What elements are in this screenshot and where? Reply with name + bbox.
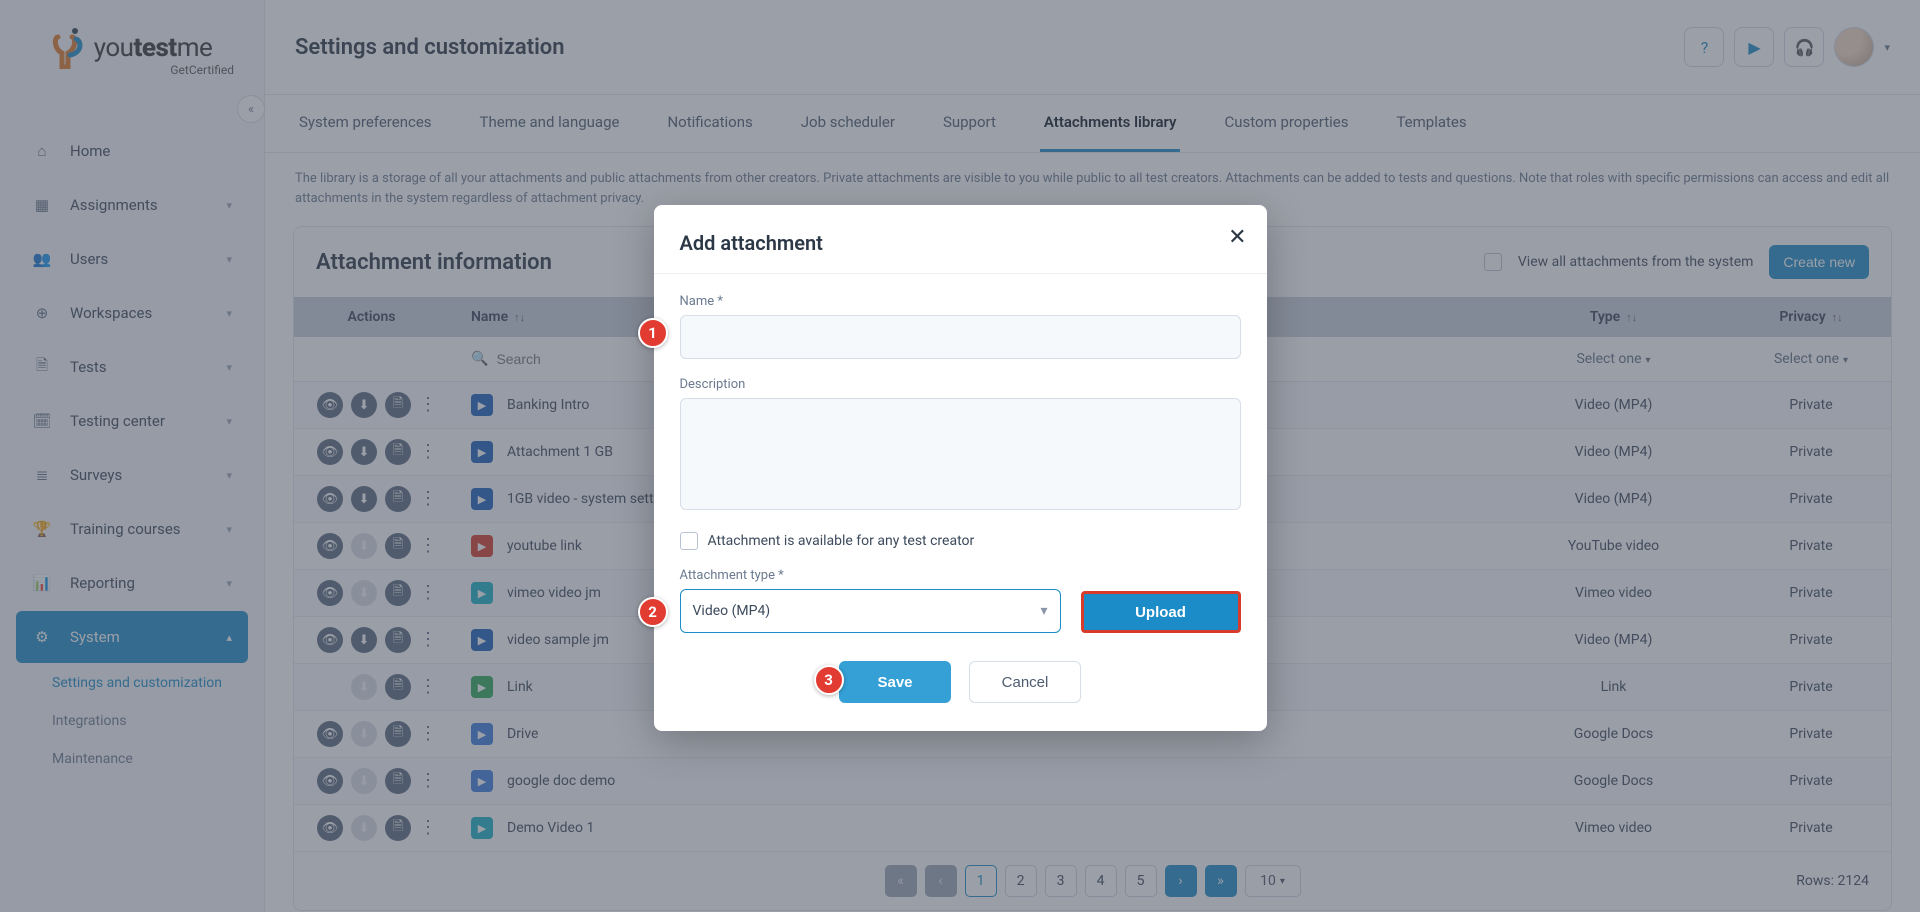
modal-overlay: Add attachment ✕ Name * 1 Description At… (0, 0, 1920, 912)
available-checkbox-row[interactable]: Attachment is available for any test cre… (680, 532, 1241, 550)
available-label: Attachment is available for any test cre… (708, 533, 975, 549)
save-button[interactable]: Save (839, 661, 951, 703)
modal-close-button[interactable]: ✕ (1228, 225, 1246, 250)
chevron-down-icon: ▾ (1040, 603, 1047, 619)
type-label: Attachment type * (680, 568, 1061, 583)
cancel-button[interactable]: Cancel (969, 661, 1081, 703)
callout-badge-3: 3 (814, 665, 844, 695)
name-input[interactable] (680, 315, 1241, 359)
available-checkbox[interactable] (680, 532, 698, 550)
callout-badge-2: 2 (638, 597, 668, 627)
attachment-type-select[interactable]: Video (MP4) ▾ (680, 589, 1061, 633)
attachment-type-value: Video (MP4) (693, 603, 771, 619)
description-textarea[interactable] (680, 398, 1241, 510)
add-attachment-modal: Add attachment ✕ Name * 1 Description At… (654, 205, 1267, 731)
upload-button[interactable]: Upload (1081, 591, 1241, 633)
description-label: Description (680, 377, 1241, 392)
name-label: Name * (680, 294, 1241, 309)
callout-badge-1: 1 (638, 318, 668, 348)
modal-title: Add attachment (680, 231, 1241, 255)
